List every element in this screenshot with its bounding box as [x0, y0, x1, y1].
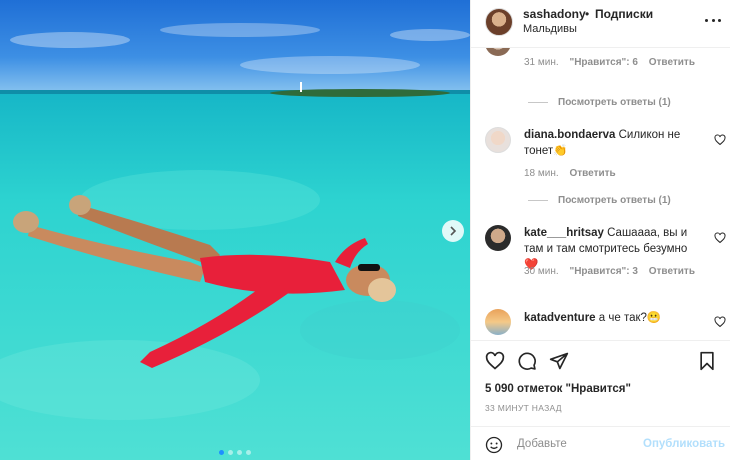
photo-image: [0, 0, 470, 460]
heart-icon[interactable]: [485, 351, 505, 371]
carousel-dot: [246, 450, 251, 455]
chevron-right-icon: [450, 226, 457, 236]
commenter-username[interactable]: katadventure: [524, 312, 596, 324]
bookmark-icon[interactable]: [697, 351, 717, 371]
publish-button[interactable]: Опубликовать: [643, 438, 725, 450]
heart-icon[interactable]: [714, 316, 726, 328]
author-username[interactable]: sashadony: [523, 7, 586, 21]
comment-body: а че так?😬: [598, 312, 662, 324]
post-sidebar: sashadony • Подписки Мальдивы 31 мин. "Н…: [470, 0, 730, 460]
smile-icon[interactable]: [485, 436, 503, 454]
header-separator: •: [585, 7, 590, 21]
commenter-avatar[interactable]: [485, 127, 511, 153]
carousel-indicator: [0, 450, 470, 455]
view-replies-button[interactable]: Посмотреть ответы (1): [528, 97, 671, 108]
reply-button[interactable]: Ответить: [649, 266, 695, 277]
likes-count[interactable]: 5 090 отметок "Нравится": [485, 383, 631, 395]
carousel-dot: [228, 450, 233, 455]
add-comment-form: Опубликовать: [471, 426, 730, 460]
more-horizontal-icon: [718, 18, 721, 22]
reply-button[interactable]: Ответить: [569, 168, 615, 179]
comment-text: katadventure а че так?😬: [524, 310, 704, 326]
comment-likes[interactable]: "Нравится": 6: [569, 57, 638, 68]
carousel-next-button[interactable]: [442, 220, 464, 242]
view-replies-label: Посмотреть ответы (1): [558, 195, 671, 206]
view-replies-button[interactable]: Посмотреть ответы (1): [528, 195, 671, 206]
comment-meta: 18 мин. Ответить: [524, 168, 624, 179]
post-photo[interactable]: [0, 0, 470, 460]
heart-icon[interactable]: [714, 232, 726, 244]
comment-time: 31 мин.: [524, 57, 559, 68]
comment-likes[interactable]: "Нравится": 3: [569, 266, 638, 277]
view-replies-label: Посмотреть ответы (1): [558, 97, 671, 108]
comment-text: diana.bondaerva Силикон не тонет👏: [524, 127, 704, 159]
comment-input[interactable]: [517, 435, 637, 453]
commenter-username[interactable]: diana.bondaerva: [524, 129, 615, 141]
comment-time: 30 мин.: [524, 266, 559, 277]
comment-time: 18 мин.: [524, 168, 559, 179]
more-horizontal-icon: [711, 18, 715, 22]
commenter-avatar[interactable]: [485, 48, 511, 56]
post-header: sashadony • Подписки Мальдивы: [471, 0, 730, 48]
more-options-button[interactable]: [705, 12, 721, 28]
follow-status-button[interactable]: Подписки: [595, 7, 653, 21]
carousel-dot: [237, 450, 242, 455]
author-avatar[interactable]: [485, 8, 513, 36]
post-actions: 5 090 отметок "Нравится" 33 МИНУТ НАЗАД: [471, 340, 730, 420]
comment-icon[interactable]: [517, 351, 537, 371]
post-timestamp: 33 МИНУТ НАЗАД: [485, 403, 562, 413]
post-location[interactable]: Мальдивы: [523, 23, 577, 35]
commenter-avatar[interactable]: [485, 225, 511, 251]
commenter-username[interactable]: kate___hritsay: [524, 227, 604, 239]
commenter-avatar[interactable]: [485, 309, 511, 335]
more-horizontal-icon: [705, 18, 708, 22]
carousel-dot: [219, 450, 224, 455]
share-icon[interactable]: [549, 351, 569, 371]
comment-list: 31 мин. "Нравится": 6 Ответить Посмотрет…: [471, 48, 730, 340]
heart-icon[interactable]: [714, 134, 726, 146]
comment-meta: 30 мин. "Нравится": 3 Ответить: [524, 266, 703, 277]
comment-meta: 31 мин. "Нравится": 6 Ответить: [524, 57, 703, 68]
reply-button[interactable]: Ответить: [649, 57, 695, 68]
